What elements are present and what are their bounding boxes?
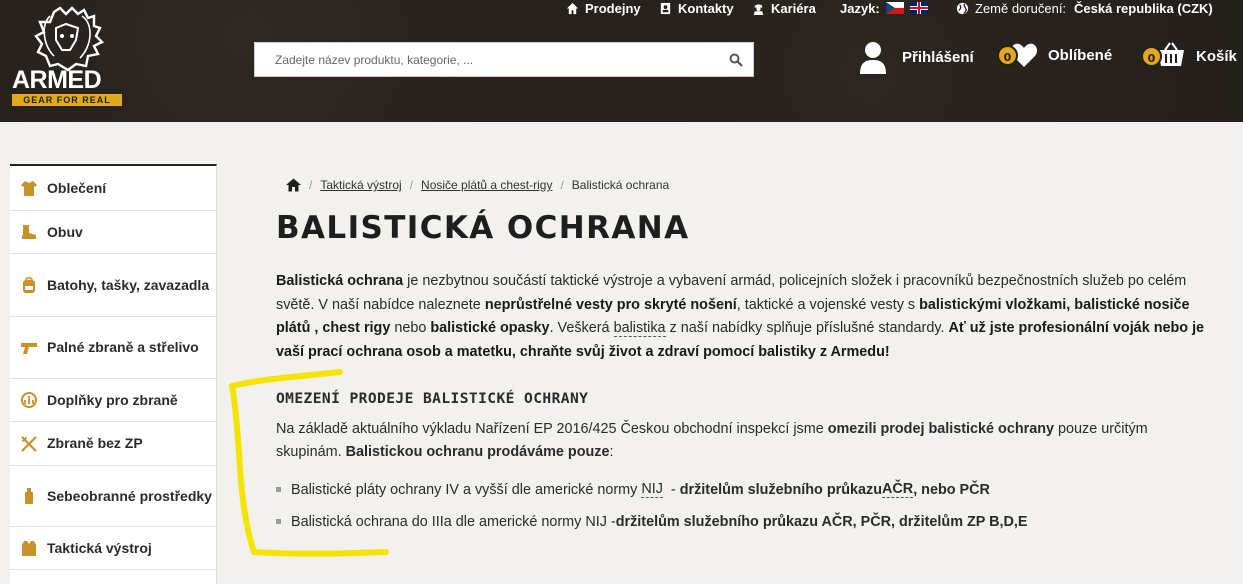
intro-bold: balistické opasky bbox=[430, 320, 550, 336]
sidebar-item-label: Batohy, tašky, zavazadla bbox=[47, 276, 210, 293]
glossary-term-link[interactable]: balistika bbox=[613, 320, 666, 337]
para-text: Na základě aktuálního výkladu Nařízení E… bbox=[276, 421, 828, 437]
sidebar-item-label: Sebeobranné prostředky bbox=[47, 487, 212, 504]
bullet-icon bbox=[276, 487, 281, 492]
cart-label: Košík bbox=[1196, 47, 1237, 65]
delivery-country[interactable]: Země doručení: Česká republika (CZK) bbox=[956, 0, 1213, 16]
breadcrumb-separator: / bbox=[560, 178, 564, 192]
backpack-icon bbox=[23, 276, 35, 293]
list-text: Balistická ochrana do IIIa dle americké … bbox=[291, 513, 616, 530]
breadcrumb-separator: / bbox=[309, 178, 313, 192]
sidebar-item-sebeobranne[interactable]: Sebeobranné prostředky bbox=[10, 466, 216, 527]
user-icon bbox=[860, 42, 886, 74]
crossbow-icon bbox=[21, 435, 37, 452]
delivery-value: Česká republika (CZK) bbox=[1074, 0, 1213, 16]
intro-bold: neprůstřelné vesty pro skryté nošení bbox=[484, 296, 737, 313]
login-button[interactable]: Přihlášení bbox=[858, 40, 974, 74]
cart-count-badge: 0 bbox=[1141, 45, 1162, 67]
para-bold: Balistickou ochranu prodáváme pouze bbox=[345, 444, 610, 460]
restriction-list: Balistické pláty ochrany IV a vyšší dle … bbox=[276, 478, 1028, 542]
vest-icon bbox=[22, 541, 36, 556]
uk-flag-icon[interactable] bbox=[909, 2, 928, 14]
page-title: BALISTICKÁ OCHRANA bbox=[276, 210, 690, 246]
home-icon bbox=[566, 2, 579, 14]
sidebar-item-label: Zbraně bez ZP bbox=[47, 435, 143, 451]
para-text: : bbox=[609, 444, 614, 460]
top-link-label: Kariéra bbox=[771, 0, 816, 16]
favorites-label: Oblíbené bbox=[1048, 46, 1113, 64]
category-sidebar: Oblečení Obuv Batohy, tašky, zavazadla P… bbox=[10, 164, 217, 584]
list-text: - bbox=[662, 481, 680, 498]
glossary-term-link[interactable]: NIJ bbox=[641, 481, 663, 498]
sidebar-item-label: Doplňky pro zbraně bbox=[47, 391, 178, 408]
jacket-icon bbox=[21, 181, 37, 196]
intro-paragraph: Balistická ochrana je nezbytnou součástí… bbox=[276, 270, 1206, 364]
cart-button[interactable]: 0 Košík bbox=[1141, 42, 1237, 70]
top-link-kariera[interactable]: Kariéra bbox=[752, 0, 816, 16]
intro-text: , taktické a vojenské vesty s bbox=[736, 296, 920, 313]
sidebar-item-more[interactable] bbox=[10, 570, 216, 584]
sidebar-item-label: Obuv bbox=[47, 223, 83, 240]
pistol-icon bbox=[21, 342, 37, 354]
intro-text: z naší nabídky splňuje příslušné standar… bbox=[665, 320, 949, 336]
sidebar-item-label: Taktická výstroj bbox=[47, 539, 152, 556]
intro-text: . Veškerá bbox=[549, 320, 614, 336]
top-link-label: Kontakty bbox=[678, 0, 734, 16]
sidebar-item-label: Palné zbraně a střelivo bbox=[47, 339, 199, 355]
contact-card-icon bbox=[660, 2, 671, 14]
top-link-label: Prodejny bbox=[585, 0, 641, 16]
breadcrumb-item[interactable]: Nosiče plátů a chest-rigy bbox=[421, 178, 552, 192]
home-icon[interactable] bbox=[286, 178, 301, 192]
intro-bold: Balistická ochrana bbox=[276, 273, 404, 289]
sidebar-item-label: Oblečení bbox=[47, 179, 107, 196]
breadcrumb-item[interactable]: Taktická výstroj bbox=[320, 178, 401, 192]
restriction-paragraph: Na základě aktuálního výkladu Nařízení E… bbox=[276, 418, 1176, 464]
list-bold: , nebo PČR bbox=[913, 481, 990, 498]
breadcrumb-separator: / bbox=[409, 178, 414, 192]
section-heading: OMEZENÍ PRODEJE BALISTICKÉ OCHRANY bbox=[276, 390, 589, 407]
search-input[interactable] bbox=[255, 43, 715, 76]
globe-icon bbox=[956, 2, 969, 14]
soldier-icon bbox=[753, 4, 764, 15]
breadcrumb: / Taktická výstroj / Nosiče plátů a ches… bbox=[286, 178, 669, 192]
intro-text: nebo bbox=[390, 320, 431, 336]
favorites-count-badge: 0 bbox=[997, 44, 1018, 66]
glossary-term-link[interactable]: AČR bbox=[882, 481, 914, 498]
favorites-button[interactable]: 0 Oblíbené bbox=[997, 42, 1112, 68]
sidebar-item-zbrane-bez-zp[interactable]: Zbraně bez ZP bbox=[10, 422, 216, 466]
sidebar-item-obuv[interactable]: Obuv bbox=[10, 211, 216, 254]
site-header: ARMED GEAR FOR REAL Prodejny Kontakty Ka… bbox=[0, 0, 1243, 122]
delivery-label: Země doručení: bbox=[975, 0, 1067, 16]
list-text: Balistické pláty ochrany IV a vyšší dle … bbox=[291, 481, 638, 498]
scope-icon bbox=[21, 392, 37, 408]
login-label: Přihlášení bbox=[902, 48, 974, 66]
list-item: Balistické pláty ochrany IV a vyšší dle … bbox=[276, 478, 1028, 501]
sidebar-item-obleceni[interactable]: Oblečení bbox=[10, 166, 216, 211]
czech-flag-icon[interactable] bbox=[885, 2, 904, 14]
list-bold: držitelům služebního průkazu bbox=[679, 481, 882, 498]
sidebar-item-takticka-vystroj[interactable]: Taktická výstroj bbox=[10, 527, 216, 570]
search-icon[interactable] bbox=[729, 53, 743, 67]
logo-tagline: GEAR FOR REAL bbox=[12, 94, 122, 106]
top-link-kontakty[interactable]: Kontakty bbox=[659, 0, 734, 16]
spray-icon bbox=[25, 488, 33, 504]
para-bold: omezili prodej balistické ochrany bbox=[827, 421, 1055, 437]
list-bold: držitelům služebního průkazu AČR, PČR, d… bbox=[615, 513, 1028, 530]
search-bar bbox=[254, 42, 754, 77]
list-item: Balistická ochrana do IIIa dle americké … bbox=[276, 510, 1028, 533]
logo-wordmark: ARMED bbox=[12, 66, 102, 94]
bullet-icon bbox=[276, 519, 281, 524]
sidebar-item-palne-zbrane[interactable]: Palné zbraně a střelivo bbox=[10, 317, 216, 379]
sidebar-item-doplnky[interactable]: Doplňky pro zbraně bbox=[10, 379, 216, 422]
top-link-prodejny[interactable]: Prodejny bbox=[566, 0, 641, 16]
sidebar-item-batohy[interactable]: Batohy, tašky, zavazadla bbox=[10, 254, 216, 317]
language-label: Jazyk: bbox=[840, 0, 880, 16]
breadcrumb-current: Balistická ochrana bbox=[571, 178, 670, 192]
boot-icon bbox=[22, 225, 36, 239]
language-switcher: Jazyk: bbox=[840, 0, 928, 16]
